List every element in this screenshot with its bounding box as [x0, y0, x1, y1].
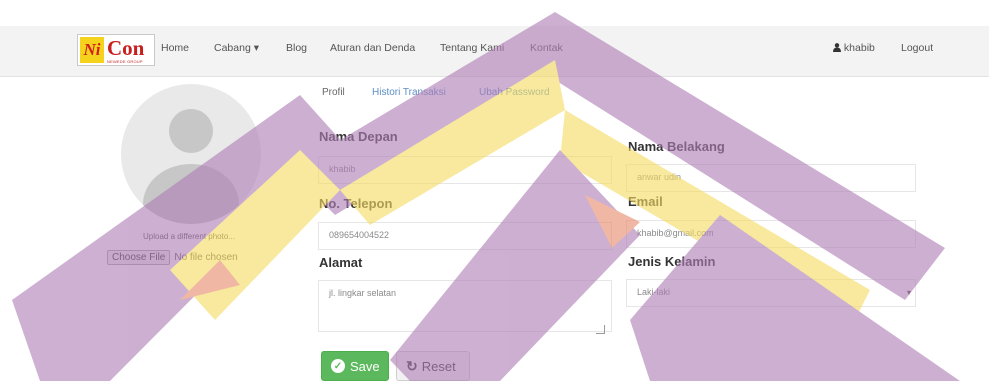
- phone-field[interactable]: 089654004522: [318, 222, 612, 250]
- avatar-head: [169, 109, 213, 153]
- nav-blog[interactable]: Blog: [286, 42, 307, 54]
- tab-profil[interactable]: Profil: [322, 87, 345, 98]
- user-icon: [833, 43, 841, 52]
- reset-button[interactable]: ↻ Reset: [396, 351, 470, 381]
- save-button-label: Save: [350, 358, 380, 374]
- gender-select[interactable]: Laki-laki ▾: [626, 279, 916, 307]
- select-caret-icon: ▾: [906, 288, 911, 297]
- logo-ni: Ni: [80, 37, 104, 63]
- first-name-label: Nama Depan: [319, 129, 398, 144]
- nav-cabang-label: Cabang: [214, 42, 251, 54]
- textarea-resize-handle[interactable]: [596, 325, 605, 334]
- address-label: Alamat: [319, 255, 363, 270]
- logo-tagline: NEWEDE GROUP: [107, 59, 143, 64]
- gender-value: Laki-laki: [637, 287, 671, 297]
- nav-user-name: khabib: [843, 42, 875, 54]
- nav-logout[interactable]: Logout: [901, 42, 933, 54]
- save-button[interactable]: ✓ Save: [321, 351, 389, 381]
- nav-cabang-dropdown[interactable]: Cabang ▾: [214, 42, 259, 54]
- address-textarea[interactable]: jl. lingkar selatan: [318, 280, 612, 332]
- email-value: khabib@gmail.com: [637, 228, 714, 238]
- avatar: [121, 84, 261, 224]
- first-name-value: khabib: [329, 164, 356, 174]
- reset-button-label: Reset: [421, 358, 456, 374]
- file-input[interactable]: Choose File No file chosen: [107, 250, 238, 265]
- navbar: Ni Con NEWEDE GROUP Home Cabang ▾ Blog A…: [0, 26, 989, 77]
- gender-label: Jenis Kelamin: [628, 254, 716, 269]
- nav-home[interactable]: Home: [161, 42, 189, 54]
- address-value: jl. lingkar selatan: [329, 288, 397, 298]
- avatar-shoulders: [143, 164, 239, 224]
- upload-photo-text: Upload a different photo...: [143, 232, 235, 241]
- email-label: Email: [628, 194, 663, 209]
- nav-tentang-kami[interactable]: Tentang Kami: [440, 42, 504, 54]
- nav-aturan-dan-denda[interactable]: Aturan dan Denda: [330, 42, 415, 54]
- phone-label: No. Telepon: [319, 196, 393, 211]
- first-name-field[interactable]: khabib: [318, 156, 612, 184]
- refresh-icon: ↻: [406, 357, 418, 374]
- chevron-down-icon: ▾: [253, 42, 259, 54]
- brand-logo[interactable]: Ni Con NEWEDE GROUP: [77, 34, 155, 66]
- check-circle-icon: ✓: [331, 359, 345, 373]
- nav-kontak[interactable]: Kontak: [530, 42, 563, 54]
- tab-histori-transaksi[interactable]: Histori Transaksi: [372, 87, 446, 98]
- logo-con: Con: [107, 36, 145, 60]
- tab-ubah-password[interactable]: Ubah Password: [479, 87, 550, 98]
- last-name-label: Nama Belakang: [628, 139, 725, 154]
- choose-file-button[interactable]: Choose File: [107, 250, 171, 265]
- phone-value: 089654004522: [329, 230, 390, 240]
- last-name-value: anwar udin: [637, 172, 682, 182]
- last-name-field[interactable]: anwar udin: [626, 164, 916, 192]
- email-field[interactable]: khabib@gmail.com: [626, 220, 916, 248]
- nav-user-menu[interactable]: khabib: [833, 42, 875, 54]
- no-file-chosen-text: No file chosen: [174, 252, 238, 263]
